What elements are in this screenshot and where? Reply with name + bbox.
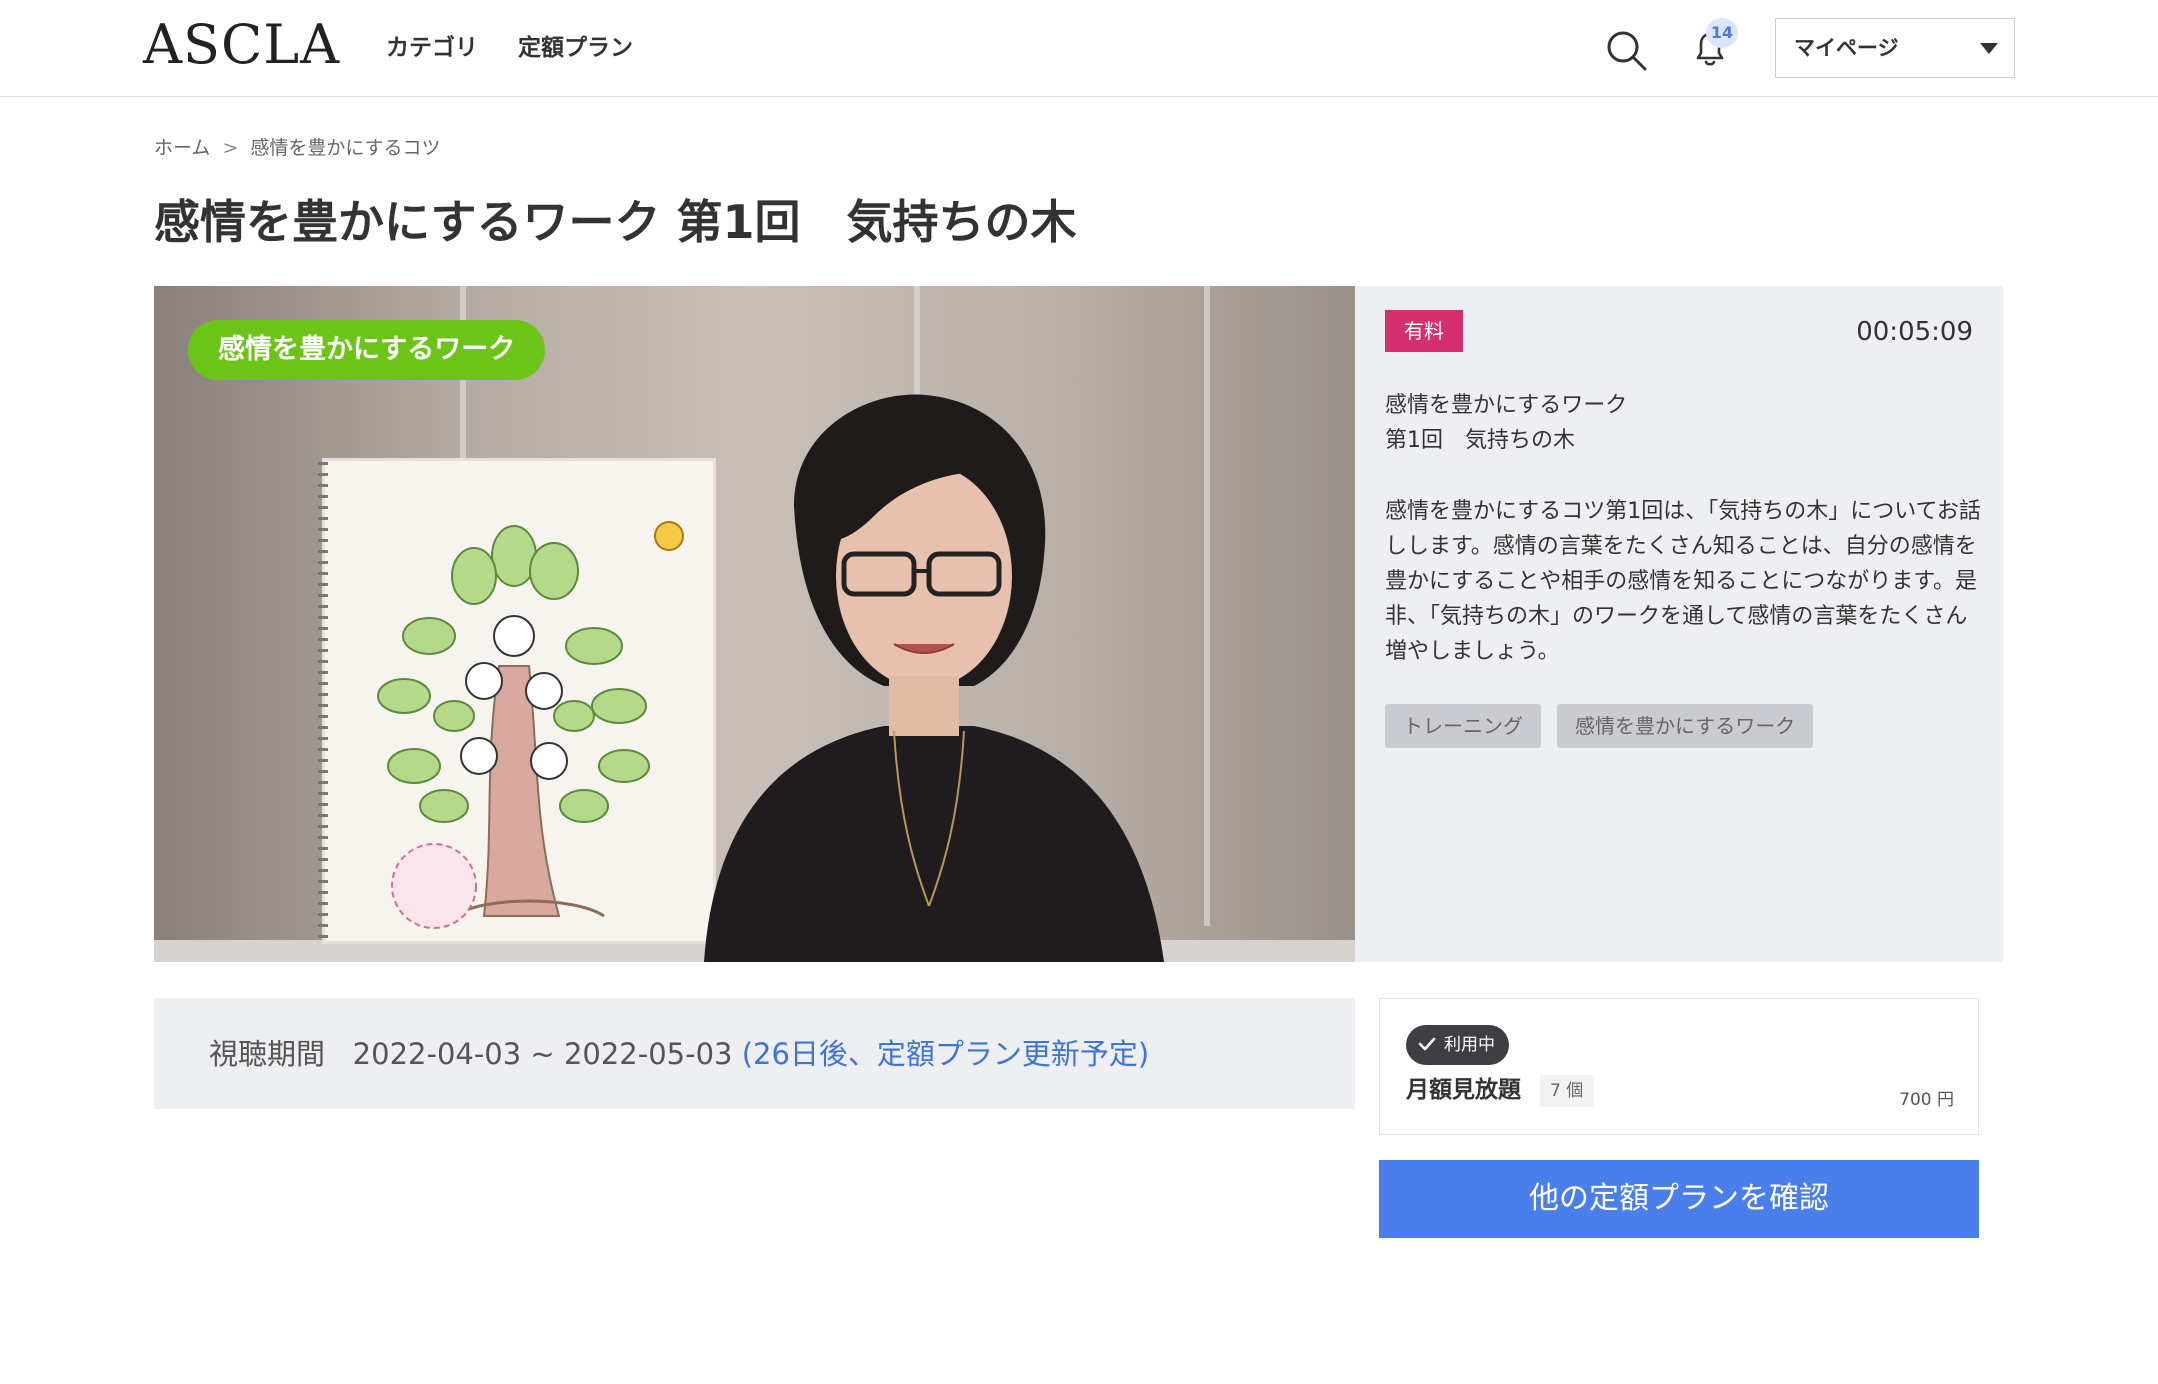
viewing-period-label: 視聴期間 [209,1037,326,1071]
current-plan-card: 利用中 月額見放題 7 個 700 円 [1379,998,1979,1135]
caret-down-icon [1980,43,1998,54]
presenter-image [704,394,1164,962]
notification-badge: 14 [1706,18,1738,48]
breadcrumb-home[interactable]: ホーム [154,134,210,162]
plan-item-count: 7 個 [1540,1075,1594,1107]
tag-training[interactable]: トレーニング [1385,704,1541,748]
viewing-period-range: 2022-04-03 ~ 2022-05-03 [352,1037,733,1071]
mypage-label: マイページ [1794,36,1899,60]
search-icon[interactable] [1604,28,1648,72]
nav-category[interactable]: カテゴリ [386,30,478,66]
breadcrumb: ホーム > 感情を豊かにするコツ [154,134,441,162]
plan-name: 月額見放題 [1406,1077,1521,1103]
sketchbook-spiral [318,462,328,942]
tag-emotion-work[interactable]: 感情を豊かにするワーク [1557,704,1814,748]
nav-flat-rate-plan[interactable]: 定額プラン [518,30,633,66]
mypage-dropdown[interactable]: マイページ [1775,18,2015,78]
other-plans-button[interactable]: 他の定額プランを確認 [1379,1160,1979,1238]
check-icon [1418,1037,1436,1051]
viewing-period-text: 視聴期間 2022-04-03 ~ 2022-05-03 (26日後、定額プラン… [209,1034,1149,1074]
viewing-period: 視聴期間 2022-04-03 ~ 2022-05-03 (26日後、定額プラン… [154,998,1355,1109]
video-description: 感情を豊かにするコツ第1回は、「気持ちの木」についてお話しします。感情の言葉をた… [1385,499,1981,664]
in-use-badge: 利用中 [1406,1025,1509,1065]
video-series-label: 感情を豊かにするワーク [188,320,546,380]
page-title: 感情を豊かにするワーク 第1回 気持ちの木 [154,195,1077,249]
site-header: ASCLA カテゴリ 定額プラン 14 マイページ [0,0,2158,97]
wall-panel-line [1204,286,1210,926]
breadcrumb-category[interactable]: 感情を豊かにするコツ [250,134,440,162]
paid-badge: 有料 [1385,310,1463,352]
viewing-period-note: (26日後、定額プラン更新予定) [741,1037,1150,1071]
in-use-label: 利用中 [1444,1035,1495,1055]
video-title-lines: 感情を豊かにするワーク 第1回 気持ちの木 [1385,393,1628,453]
video-duration: 00:05:09 [1856,317,1973,347]
video-player[interactable]: 感情を豊かにするワーク [154,286,1355,962]
plan-price: 700 円 [1899,1090,1954,1110]
breadcrumb-separator-icon: > [222,137,239,159]
logo[interactable]: ASCLA [143,14,340,76]
feelings-tree-illustration [377,521,684,929]
video-info-panel: 有料 00:05:09 感情を豊かにするワーク 第1回 気持ちの木 感情を豊かに… [1355,286,2003,962]
tag-list: トレーニング 感情を豊かにするワーク [1385,704,1814,748]
